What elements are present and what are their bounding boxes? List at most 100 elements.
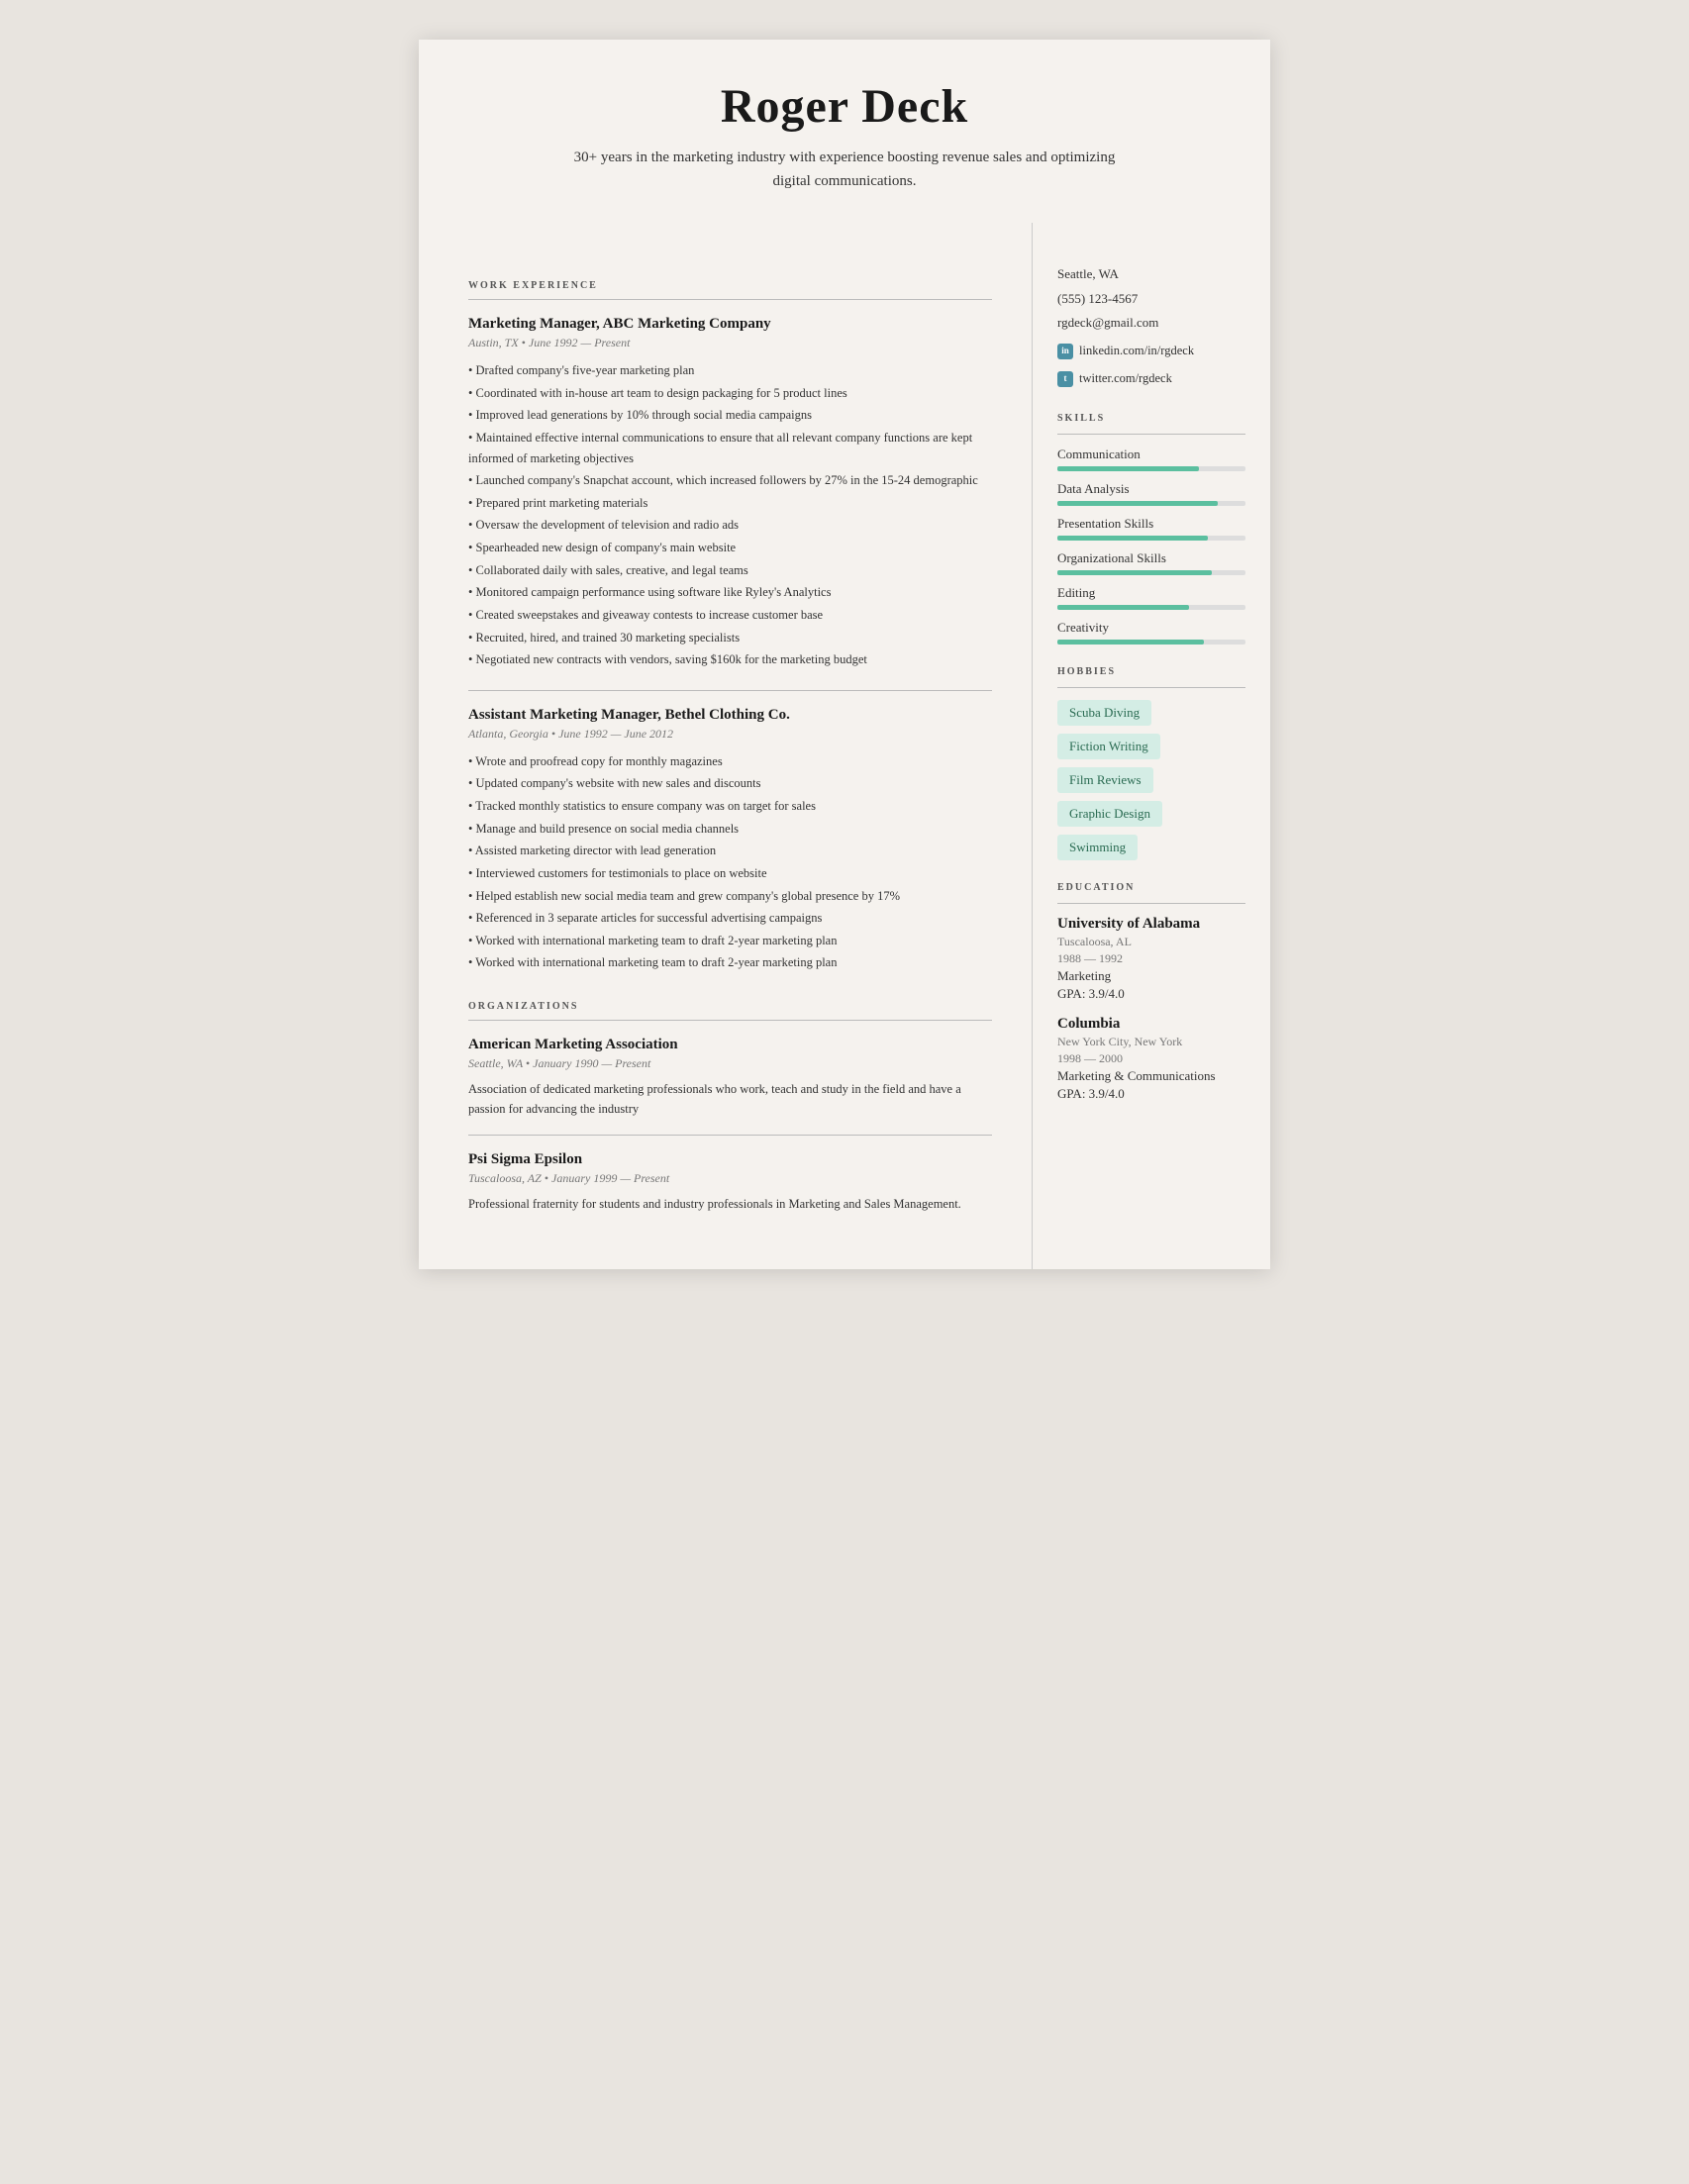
skill-bar-fill <box>1057 640 1204 645</box>
org-divider-2 <box>468 1135 992 1136</box>
bullet-item: • Collaborated daily with sales, creativ… <box>468 560 992 581</box>
skill-bar-fill <box>1057 501 1218 506</box>
contact-section: Seattle, WA (555) 123-4567 rgdeck@gmail.… <box>1057 262 1245 391</box>
work-experience-label: WORK EXPERIENCE <box>468 280 992 291</box>
work-experience-divider <box>468 299 992 300</box>
hobby-tag: Graphic Design <box>1057 801 1162 827</box>
resume-header: Roger Deck 30+ years in the marketing in… <box>419 40 1270 223</box>
twitter-link: t twitter.com/rgdeck <box>1057 367 1245 391</box>
skill-item: Presentation Skills <box>1057 516 1245 541</box>
twitter-url: twitter.com/rgdeck <box>1079 367 1172 391</box>
edu-field: Marketing & Communications <box>1057 1068 1245 1084</box>
education-list: University of Alabama Tuscaloosa, AL 198… <box>1057 916 1245 1102</box>
education-item: University of Alabama Tuscaloosa, AL 198… <box>1057 916 1245 1002</box>
skill-name: Creativity <box>1057 620 1245 636</box>
job-divider-1 <box>468 690 992 691</box>
skill-bar-fill <box>1057 605 1189 610</box>
skill-name: Editing <box>1057 585 1245 601</box>
job-2-meta: Atlanta, Georgia • June 1992 — June 2012 <box>468 727 992 742</box>
hobby-tag: Scuba Diving <box>1057 700 1151 726</box>
org-2: Psi Sigma Epsilon Tuscaloosa, AZ • Janua… <box>468 1151 992 1214</box>
skill-item: Communication <box>1057 447 1245 471</box>
bullet-item: • Manage and build presence on social me… <box>468 819 992 840</box>
work-experience-section: WORK EXPERIENCE Marketing Manager, ABC M… <box>468 280 992 973</box>
org-2-meta: Tuscaloosa, AZ • January 1999 — Present <box>468 1171 992 1186</box>
contact-phone: (555) 123-4567 <box>1057 287 1245 312</box>
candidate-tagline: 30+ years in the marketing industry with… <box>557 146 1132 193</box>
org-1-title: American Marketing Association <box>468 1037 992 1053</box>
education-item: Columbia New York City, New York 1998 — … <box>1057 1016 1245 1102</box>
linkedin-icon: in <box>1057 344 1073 359</box>
edu-location: Tuscaloosa, AL <box>1057 935 1245 949</box>
bullet-item: • Created sweepstakes and giveaway conte… <box>468 605 992 626</box>
org-1-desc: Association of dedicated marketing profe… <box>468 1079 992 1119</box>
bullet-item: • Assisted marketing director with lead … <box>468 841 992 861</box>
skill-name: Communication <box>1057 447 1245 462</box>
skill-item: Editing <box>1057 585 1245 610</box>
org-2-title: Psi Sigma Epsilon <box>468 1151 992 1168</box>
skill-item: Organizational Skills <box>1057 550 1245 575</box>
job-1-title: Marketing Manager, ABC Marketing Company <box>468 316 992 333</box>
skill-bar-bg <box>1057 466 1245 471</box>
bullet-item: • Worked with international marketing te… <box>468 931 992 951</box>
org-2-desc: Professional fraternity for students and… <box>468 1194 992 1214</box>
bullet-item: • Helped establish new social media team… <box>468 886 992 907</box>
contact-email: rgdeck@gmail.com <box>1057 311 1245 336</box>
hobby-tag: Film Reviews <box>1057 767 1153 793</box>
skill-bar-fill <box>1057 570 1212 575</box>
skill-name: Organizational Skills <box>1057 550 1245 566</box>
main-column: WORK EXPERIENCE Marketing Manager, ABC M… <box>419 223 1033 1269</box>
contact-location: Seattle, WA <box>1057 262 1245 287</box>
org-1-meta: Seattle, WA • January 1990 — Present <box>468 1056 992 1071</box>
job-2-title: Assistant Marketing Manager, Bethel Clot… <box>468 707 992 724</box>
edu-years: 1988 — 1992 <box>1057 951 1245 966</box>
job-2: Assistant Marketing Manager, Bethel Clot… <box>468 707 992 973</box>
skill-bar-fill <box>1057 536 1208 541</box>
bullet-item: • Maintained effective internal communic… <box>468 428 992 468</box>
skill-item: Data Analysis <box>1057 481 1245 506</box>
skill-bar-bg <box>1057 605 1245 610</box>
bullet-item: • Negotiated new contracts with vendors,… <box>468 649 992 670</box>
edu-school: University of Alabama <box>1057 916 1245 933</box>
edu-gpa: GPA: 3.9/4.0 <box>1057 986 1245 1002</box>
hobbies-list: Scuba DivingFiction WritingFilm ReviewsG… <box>1057 700 1245 860</box>
job-2-bullets: • Wrote and proofread copy for monthly m… <box>468 751 992 973</box>
hobbies-divider <box>1057 687 1245 688</box>
linkedin-url: linkedin.com/in/rgdeck <box>1079 340 1194 363</box>
twitter-icon: t <box>1057 371 1073 387</box>
education-divider <box>1057 903 1245 904</box>
bullet-item: • Oversaw the development of television … <box>468 515 992 536</box>
edu-location: New York City, New York <box>1057 1035 1245 1049</box>
bullet-item: • Referenced in 3 separate articles for … <box>468 908 992 929</box>
sidebar: Seattle, WA (555) 123-4567 rgdeck@gmail.… <box>1033 223 1270 1269</box>
skills-divider <box>1057 434 1245 435</box>
bullet-item: • Tracked monthly statistics to ensure c… <box>468 796 992 817</box>
job-1-bullets: • Drafted company's five-year marketing … <box>468 360 992 670</box>
skill-bar-bg <box>1057 570 1245 575</box>
bullet-item: • Wrote and proofread copy for monthly m… <box>468 751 992 772</box>
bullet-item: • Monitored campaign performance using s… <box>468 582 992 603</box>
skill-item: Creativity <box>1057 620 1245 645</box>
organizations-label: ORGANIZATIONS <box>468 1001 992 1012</box>
bullet-item: • Worked with international marketing te… <box>468 952 992 973</box>
hobbies-label: HOBBIES <box>1057 666 1245 677</box>
bullet-item: • Coordinated with in-house art team to … <box>468 383 992 404</box>
bullet-item: • Prepared print marketing materials <box>468 493 992 514</box>
hobby-tag: Swimming <box>1057 835 1138 860</box>
bullet-item: • Improved lead generations by 10% throu… <box>468 405 992 426</box>
org-divider <box>468 1020 992 1021</box>
organizations-section: ORGANIZATIONS American Marketing Associa… <box>468 1001 992 1214</box>
skill-bar-bg <box>1057 640 1245 645</box>
skill-name: Presentation Skills <box>1057 516 1245 532</box>
bullet-item: • Updated company's website with new sal… <box>468 773 992 794</box>
skill-bar-bg <box>1057 536 1245 541</box>
resume-body: WORK EXPERIENCE Marketing Manager, ABC M… <box>419 223 1270 1269</box>
skills-list: Communication Data Analysis Presentation… <box>1057 447 1245 645</box>
bullet-item: • Drafted company's five-year marketing … <box>468 360 992 381</box>
education-label: EDUCATION <box>1057 882 1245 893</box>
bullet-item: • Recruited, hired, and trained 30 marke… <box>468 628 992 648</box>
job-1: Marketing Manager, ABC Marketing Company… <box>468 316 992 670</box>
candidate-name: Roger Deck <box>478 79 1211 134</box>
skill-bar-fill <box>1057 466 1199 471</box>
edu-school: Columbia <box>1057 1016 1245 1033</box>
